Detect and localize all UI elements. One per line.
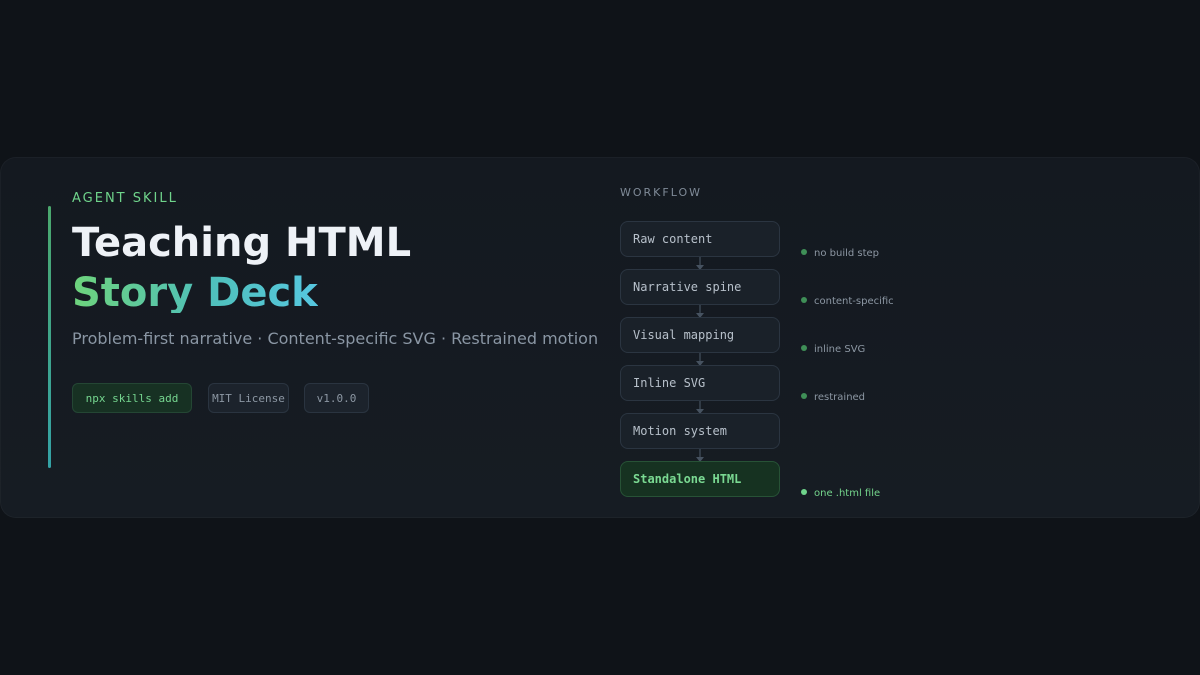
page-subtitle: Problem-first narrative · Content-specif… [72,329,599,348]
workflow-note-text: one .html file [814,488,881,499]
workflow-note: inline SVG [801,344,865,356]
workflow-note-text: content-specific [814,296,894,307]
workflow-note-final: one .html file [801,488,880,500]
workflow-note-text: inline SVG [814,344,866,355]
dot-icon [801,393,807,399]
slide-canvas: AGENT SKILL Teaching HTML Story Deck Pro… [0,0,1200,675]
page-title-line-2: Story Deck [72,270,318,316]
version-badge[interactable]: v1.0.0 [304,383,369,413]
eyebrow-label: AGENT SKILL [72,191,178,206]
workflow-step-raw-content: Raw content [620,221,780,257]
workflow-note-text: restrained [814,392,866,403]
workflow-heading: WORKFLOW [620,186,702,199]
workflow-note-text: no build step [814,248,880,259]
page-title-line-1: Teaching HTML [72,220,412,266]
workflow-step-standalone-html: Standalone HTML [620,461,780,497]
workflow-step-narrative-spine: Narrative spine [620,269,780,305]
workflow-note: content-specific [801,296,894,308]
dot-icon [801,249,807,255]
dot-icon [801,345,807,351]
dot-icon [801,489,807,495]
accent-rail [48,206,51,468]
workflow-step-motion-system: Motion system [620,413,780,449]
dot-icon [801,297,807,303]
workflow-note: restrained [801,392,865,404]
workflow-step-inline-svg: Inline SVG [620,365,780,401]
license-badge[interactable]: MIT License [208,383,289,413]
install-command-badge[interactable]: npx skills add [72,383,192,413]
workflow-note: no build step [801,248,879,260]
workflow-step-visual-mapping: Visual mapping [620,317,780,353]
